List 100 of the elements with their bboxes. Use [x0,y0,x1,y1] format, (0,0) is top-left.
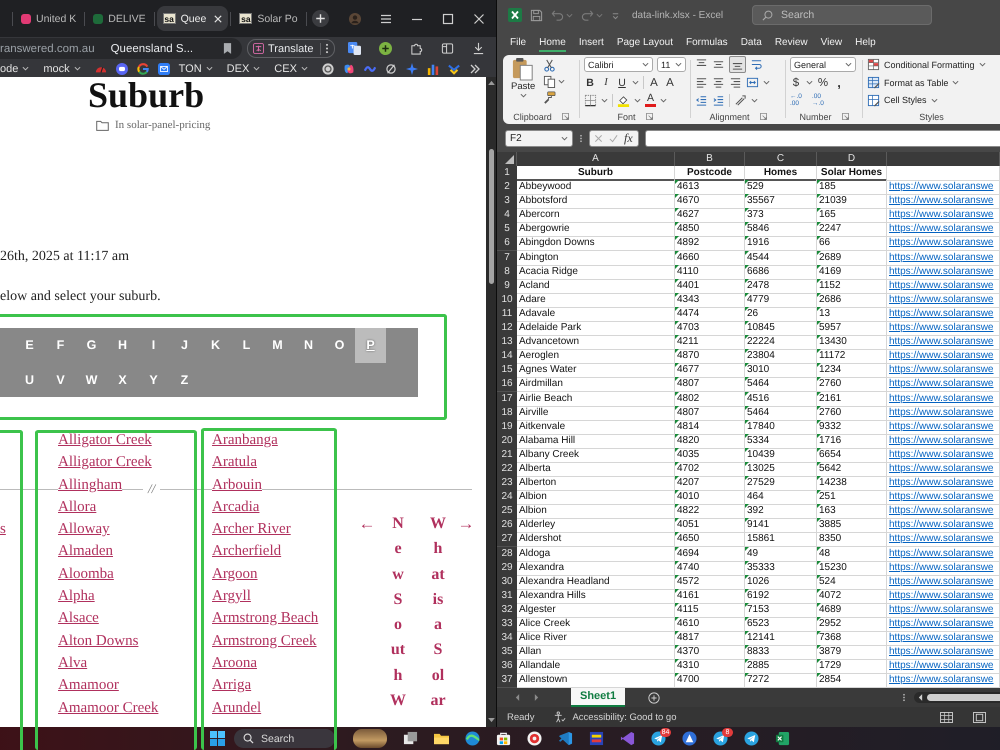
row-header[interactable]: 28 [497,546,517,562]
bookmark-icon[interactable] [223,43,232,54]
row-header[interactable]: 23 [497,476,517,492]
name-box[interactable]: F2 [505,130,573,147]
hyperlink[interactable]: https://www.solaranswe [889,519,994,530]
extensions-icon[interactable] [410,42,423,55]
font-name-dropdown[interactable]: Calibri [584,57,653,72]
letter-link[interactable]: M [262,328,293,362]
sparkle-icon[interactable] [406,62,418,74]
caret-icon[interactable] [558,79,566,84]
row-header[interactable]: 17 [497,392,517,406]
bookmark-folder[interactable]: DEX [226,62,266,74]
percent-button[interactable]: % [817,76,829,88]
browser-tab[interactable]: DELIVE [87,6,152,31]
address-bar[interactable]: ranswered.com.au Queensland S... [0,38,242,59]
hyperlink[interactable]: https://www.solaranswe [889,477,994,488]
hyperlink[interactable]: https://www.solaranswe [889,223,994,234]
browser-tab[interactable]: sa Solar Po [233,6,304,31]
column-header[interactable]: C [745,152,817,166]
circle-logo-icon[interactable] [322,62,334,74]
letter-link[interactable]: X [107,362,138,397]
bookmark-folder[interactable]: ode [0,62,34,74]
start-icon[interactable] [210,731,225,746]
hyperlink[interactable]: https://www.solaranswe [889,237,994,248]
row-header[interactable]: 8 [497,264,517,280]
row-header[interactable]: 26 [497,518,517,534]
normal-view-icon[interactable] [940,712,953,722]
letter-link[interactable]: Z [169,362,200,397]
more-icon[interactable] [325,43,329,54]
row-header[interactable]: 27 [497,532,517,548]
maximize-icon[interactable] [442,12,454,24]
insert-function-button[interactable]: fx [624,131,633,146]
more-icon[interactable] [579,133,583,144]
hyperlink[interactable]: https://www.solaranswe [889,632,994,644]
menu-icon[interactable] [380,12,392,24]
column-header[interactable]: B [675,152,745,166]
column-header[interactable]: D [817,152,887,166]
slashed-circle-icon[interactable] [384,62,397,74]
previous-post-link[interactable]: N e w S o ut h W [388,511,408,714]
row-header[interactable]: 29 [497,560,517,576]
ribbon-tab[interactable]: Data [740,34,762,52]
row-header[interactable]: 4 [497,208,517,224]
multicolor-ring-icon[interactable] [136,62,149,74]
angle-logo-icon[interactable] [620,731,635,746]
letter-link[interactable]: N [293,328,324,362]
hyperlink[interactable]: https://www.solaranswe [889,618,994,629]
font-size-dropdown[interactable]: 11 [657,57,686,72]
row-header[interactable]: 18 [497,406,517,421]
hyperlink[interactable]: https://www.solaranswe [889,364,994,376]
letter-link[interactable]: H [107,328,138,362]
caret-icon[interactable] [806,80,813,85]
row-header[interactable]: 37 [497,673,517,688]
scissors-icon[interactable] [543,59,556,72]
hyperlink[interactable]: https://www.solaranswe [889,576,994,587]
row-header[interactable]: 6 [497,236,517,252]
page-layout-icon[interactable] [973,712,986,722]
add-sheet-icon[interactable] [648,692,660,704]
select-all-icon[interactable] [505,155,514,164]
row-header[interactable]: 11 [497,306,517,322]
hyperlink[interactable]: https://www.solaranswe [889,350,994,362]
scrollbar[interactable] [486,77,496,727]
envelope-icon[interactable] [158,62,170,74]
letter-link[interactable]: E [14,328,45,362]
text-orientation-icon[interactable] [734,94,747,107]
ribbon-logo-icon[interactable] [558,731,573,746]
hyperlink[interactable]: https://www.solaranswe [889,336,994,348]
row-header[interactable]: 35 [497,645,517,660]
next-post-link[interactable]: W h at is a S ol ar [428,511,448,714]
row-header[interactable]: 12 [497,321,517,336]
wrap-text-icon[interactable] [750,58,763,72]
row-header[interactable]: 2 [497,180,517,196]
letter-link[interactable]: K [200,328,231,362]
paste-button[interactable]: Paste [511,57,536,109]
hyperlink[interactable]: https://www.solaranswe [889,181,994,192]
row-header[interactable]: 10 [497,292,517,308]
row-header[interactable]: 30 [497,574,517,590]
hyperlink[interactable]: https://www.solaranswe [889,392,994,404]
previous-post-arrow[interactable]: ← [358,511,376,536]
ribbon-tab[interactable]: Insert [578,34,604,52]
currency-button[interactable]: $ [790,76,802,88]
hyperlink[interactable]: https://www.solaranswe [889,448,994,460]
scroll-down-icon[interactable] [488,718,494,723]
copy-icon[interactable] [543,75,556,88]
scroll-left-icon[interactable] [918,694,923,701]
row-header[interactable]: 15 [497,363,517,378]
hyperlink[interactable]: https://www.solaranswe [889,322,994,334]
letter-link[interactable]: V [45,362,76,397]
letter-link[interactable]: W [76,362,107,397]
row-header[interactable]: 19 [497,420,517,435]
save-icon[interactable] [530,8,543,22]
shopping-bag-icon[interactable] [496,731,511,746]
caret-icon[interactable] [634,98,641,103]
row-header[interactable]: 5 [497,222,517,238]
dialog-launcher-icon[interactable] [760,113,767,120]
accessibility-status[interactable]: Accessibility: Good to go [572,712,676,722]
hyperlink[interactable]: https://www.solaranswe [889,420,994,432]
close-icon[interactable] [473,12,485,24]
hyperlink[interactable]: https://www.solaranswe [889,434,994,446]
translate-button[interactable]: Translate [253,42,314,54]
hyperlink[interactable]: https://www.solaranswe [889,674,994,686]
